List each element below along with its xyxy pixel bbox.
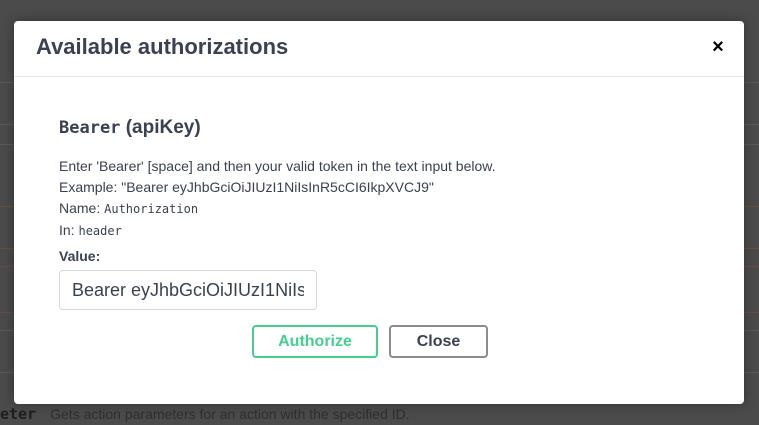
value-label: Value: bbox=[59, 248, 101, 264]
description-example: Example: "Bearer eyJhbGciOiJIUzI1NiIsInR… bbox=[59, 179, 434, 195]
background-endpoint-description: Gets action parameters for an action wit… bbox=[50, 406, 410, 422]
description-line: Enter 'Bearer' [space] and then your val… bbox=[59, 158, 496, 174]
modal-title: Available authorizations bbox=[36, 34, 289, 59]
auth-container: Bearer (apiKey) Enter 'Bearer' [space] a… bbox=[59, 117, 699, 310]
auth-scheme-name: Bearer bbox=[59, 118, 121, 138]
modal-header: Available authorizations × bbox=[14, 21, 744, 77]
auth-in-value: header bbox=[78, 224, 122, 238]
auth-scheme-type: (apiKey) bbox=[125, 117, 201, 138]
auth-in-row: In: header bbox=[59, 220, 699, 242]
close-button[interactable]: Close bbox=[389, 325, 488, 358]
auth-scheme-title: Bearer (apiKey) bbox=[59, 117, 699, 139]
modal-button-row: Authorize Close bbox=[252, 325, 488, 358]
auth-name-label: Name: bbox=[59, 200, 101, 216]
authorize-button[interactable]: Authorize bbox=[252, 325, 378, 358]
token-value-input[interactable] bbox=[59, 270, 317, 310]
background-endpoint-row: eter Gets action parameters for an action… bbox=[0, 404, 759, 425]
auth-name-value: Authorization bbox=[104, 202, 199, 216]
authorization-modal: Available authorizations × Bearer (apiKe… bbox=[14, 21, 744, 404]
auth-description: Enter 'Bearer' [space] and then your val… bbox=[59, 156, 699, 242]
auth-in-label: In: bbox=[59, 222, 75, 238]
close-icon[interactable]: × bbox=[708, 37, 728, 57]
background-endpoint-code: eter bbox=[0, 405, 37, 423]
auth-name-row: Name: Authorization bbox=[59, 198, 699, 220]
